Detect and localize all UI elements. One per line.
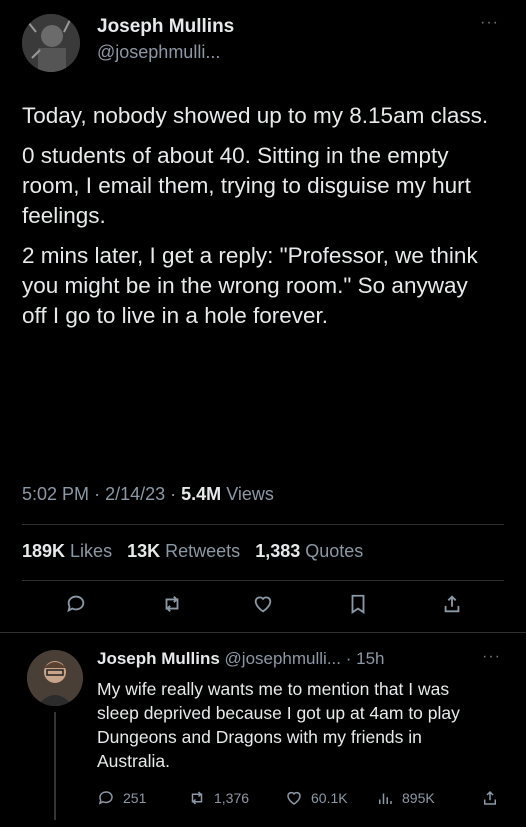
reply-icon [67, 595, 85, 613]
retweet-count: 1,376 [214, 790, 250, 806]
reply-button[interactable] [62, 590, 90, 618]
reply-views-button[interactable]: 895K [376, 789, 435, 807]
divider [0, 632, 526, 633]
reply-author-handle[interactable]: @josephmulli... [225, 649, 341, 668]
more-options-button[interactable]: ··· [480, 14, 499, 32]
retweet-button[interactable] [158, 590, 186, 618]
thread-line [54, 712, 56, 820]
separator: · [170, 484, 182, 504]
retweets-count: 13K [127, 541, 161, 561]
retweets-stat[interactable]: 13K Retweets [127, 541, 240, 561]
tweet-date[interactable]: 2/14/23 [105, 484, 165, 504]
reply-age[interactable]: 15h [356, 649, 384, 668]
likes-stat[interactable]: 189K Likes [22, 541, 112, 561]
tweet-body: Today, nobody showed up to my 8.15am cla… [22, 101, 492, 341]
reply-text: My wife really wants me to mention that … [97, 679, 460, 771]
tweet-paragraph: 0 students of about 40. Sitting in the e… [22, 143, 471, 228]
tweet-time[interactable]: 5:02 PM [22, 484, 89, 504]
like-icon [254, 596, 272, 613]
reply-retweet-button[interactable]: 1,376 [188, 789, 249, 807]
views-label: Views [226, 484, 274, 504]
retweet-icon [191, 791, 203, 805]
quotes-label: Quotes [305, 541, 364, 561]
separator: · [94, 484, 106, 504]
reply-like-button[interactable]: 60.1K [285, 789, 348, 807]
author-name[interactable]: Joseph Mullins [97, 16, 234, 38]
reply-author-avatar[interactable] [27, 650, 83, 706]
reply-share-button[interactable] [481, 789, 499, 807]
likes-count: 189K [22, 541, 66, 561]
retweet-icon [165, 596, 179, 612]
divider [22, 524, 504, 525]
divider [22, 580, 504, 581]
reply-reply-button[interactable]: 251 [97, 789, 146, 807]
tweet-paragraph: Today, nobody showed up to my 8.15am cla… [22, 103, 489, 128]
tweet-meta: 5:02 PM · 2/14/23 · 5.4M Views [22, 484, 274, 505]
avatar-image [27, 650, 83, 706]
quotes-stat[interactable]: 1,383 Quotes [255, 541, 363, 561]
likes-label: Likes [70, 541, 113, 561]
bookmark-icon [351, 594, 365, 614]
reply-author-name[interactable]: Joseph Mullins [97, 649, 220, 668]
like-count: 60.1K [311, 790, 348, 806]
engagement-stats: 189K Likes 13K Retweets 1,383 Quotes [22, 541, 363, 562]
share-icon [444, 595, 460, 613]
reply-icon [98, 791, 113, 805]
share-button[interactable] [438, 590, 466, 618]
quotes-count: 1,383 [255, 541, 301, 561]
bookmark-button[interactable] [344, 590, 372, 618]
separator: · [345, 649, 357, 668]
views-icon [379, 793, 392, 804]
reply-count: 251 [123, 790, 147, 806]
views-count: 5.4M [181, 484, 222, 504]
reply-header: Joseph Mullins @josephmulli... · 15h [97, 649, 385, 669]
like-icon [287, 791, 301, 805]
author-handle[interactable]: @josephmulli... [97, 42, 220, 63]
author-avatar[interactable] [22, 14, 80, 72]
retweets-label: Retweets [165, 541, 241, 561]
reply-more-options-button[interactable]: ··· [482, 648, 501, 666]
tweet-paragraph: 2 mins later, I get a reply: "Professor,… [22, 243, 478, 328]
share-icon [484, 790, 496, 805]
views-count: 895K [402, 790, 435, 806]
avatar-image [22, 14, 80, 72]
like-button[interactable] [249, 590, 277, 618]
